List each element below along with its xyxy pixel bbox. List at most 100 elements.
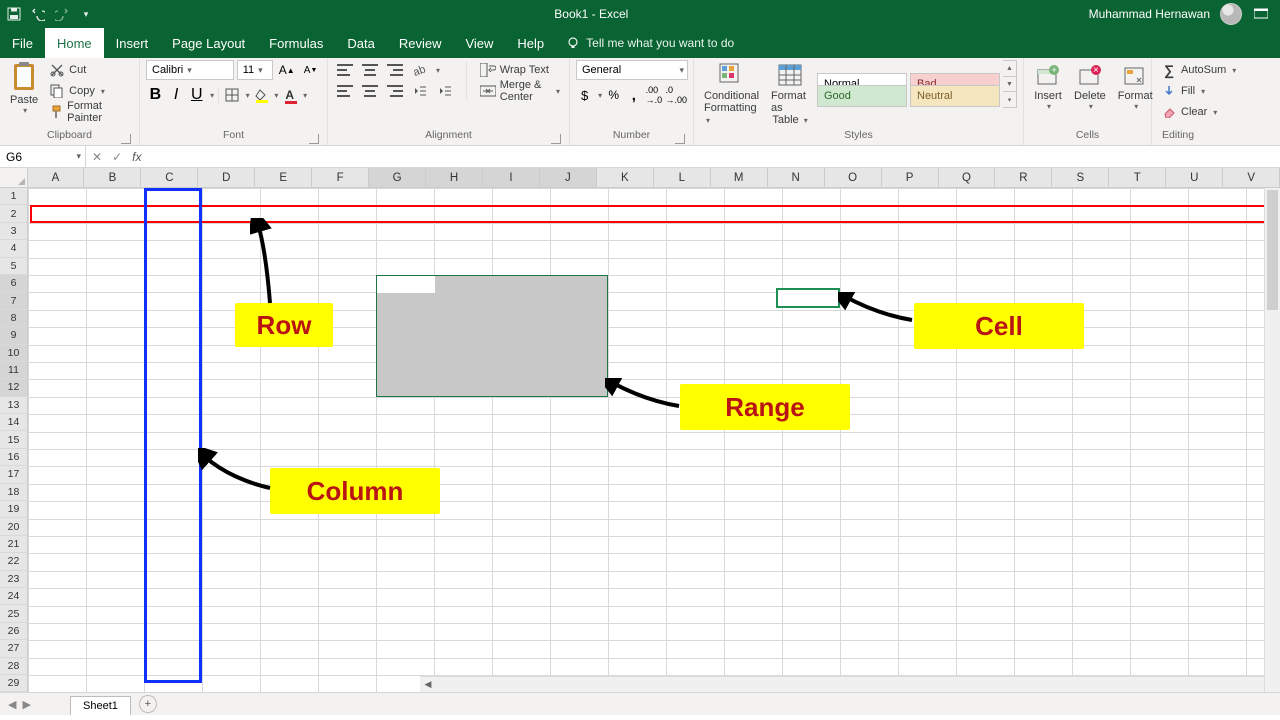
conditional-formatting-button[interactable]: Conditional Formatting ▾ [700,60,763,128]
sheet-tab-1[interactable]: Sheet1 [70,696,131,715]
font-size-combo[interactable]: 11▾ [237,60,274,80]
row-header-22[interactable]: 22 [0,553,28,570]
comma-format-icon[interactable]: , [625,85,642,105]
row-header-15[interactable]: 15 [0,431,28,448]
row-header-6[interactable]: 6 [0,275,28,292]
row-header-9[interactable]: 9 [0,327,28,344]
column-header-A[interactable]: A [28,168,85,187]
row-header-29[interactable]: 29 [0,675,28,692]
column-header-P[interactable]: P [882,168,939,187]
clear-button[interactable]: Clear▾ [1158,102,1274,122]
formula-input[interactable] [147,146,1280,167]
increase-font-icon[interactable]: A▲ [276,60,297,80]
tab-insert[interactable]: Insert [104,28,161,58]
row-header-7[interactable]: 7 [0,292,28,309]
horizontal-scrollbar[interactable]: ◀ [420,676,1264,692]
column-header-E[interactable]: E [255,168,312,187]
align-bottom-icon[interactable] [384,60,406,80]
row-header-25[interactable]: 25 [0,605,28,622]
column-header-V[interactable]: V [1223,168,1280,187]
underline-button[interactable]: U [187,85,206,105]
name-box[interactable]: G6▾ [0,146,86,167]
row-header-24[interactable]: 24 [0,588,28,605]
cut-button[interactable]: Cut [46,60,133,80]
decrease-decimal-icon[interactable]: .0→.00 [665,85,687,105]
row-header-21[interactable]: 21 [0,536,28,553]
copy-button[interactable]: Copy▾ [46,81,133,101]
format-painter-button[interactable]: Format Painter [46,102,133,122]
align-right-icon[interactable] [384,81,406,101]
decrease-font-icon[interactable]: A▼ [300,60,321,80]
font-dialog-launcher[interactable] [309,134,319,144]
wrap-text-button[interactable]: Wrap Text [477,60,563,80]
column-header-F[interactable]: F [312,168,369,187]
row-header-26[interactable]: 26 [0,623,28,640]
qat-customize-icon[interactable]: ▾ [78,6,94,22]
row-header-13[interactable]: 13 [0,397,28,414]
fill-color-icon[interactable] [252,85,271,105]
column-header-I[interactable]: I [483,168,540,187]
column-header-T[interactable]: T [1109,168,1166,187]
user-avatar-icon[interactable] [1220,3,1242,25]
row-header-19[interactable]: 19 [0,501,28,518]
row-header-16[interactable]: 16 [0,449,28,466]
number-format-combo[interactable]: General▾ [576,60,688,80]
autosum-button[interactable]: ∑AutoSum▾ [1158,60,1274,80]
enter-formula-icon[interactable]: ✓ [112,150,122,164]
bold-button[interactable]: B [146,85,165,105]
worksheet-grid[interactable]: ABCDEFGHIJKLMNOPQRSTUV 12345678910111213… [0,168,1280,715]
tab-help[interactable]: Help [505,28,556,58]
column-header-C[interactable]: C [141,168,198,187]
decrease-indent-icon[interactable] [409,81,431,101]
delete-cells-button[interactable]: ×Delete▾ [1070,60,1110,113]
column-header-G[interactable]: G [369,168,426,187]
tab-data[interactable]: Data [335,28,386,58]
column-header-O[interactable]: O [825,168,882,187]
percent-format-icon[interactable]: % [605,85,622,105]
sheet-nav-next-icon[interactable]: ▶ [22,698,30,711]
tell-me-search[interactable]: Tell me what you want to do [556,28,734,58]
style-neutral[interactable]: Neutral [910,85,1000,107]
alignment-dialog-launcher[interactable] [551,134,561,144]
row-header-18[interactable]: 18 [0,484,28,501]
column-header-M[interactable]: M [711,168,768,187]
number-dialog-launcher[interactable] [675,134,685,144]
column-header-Q[interactable]: Q [939,168,996,187]
row-header-4[interactable]: 4 [0,240,28,257]
row-header-11[interactable]: 11 [0,362,28,379]
clipboard-dialog-launcher[interactable] [121,134,131,144]
tab-file[interactable]: File [0,28,45,58]
column-header-L[interactable]: L [654,168,711,187]
row-header-27[interactable]: 27 [0,640,28,657]
user-name[interactable]: Muhammad Hernawan [1089,7,1210,21]
row-header-12[interactable]: 12 [0,379,28,396]
column-header-H[interactable]: H [426,168,483,187]
row-header-1[interactable]: 1 [0,188,28,205]
row-header-20[interactable]: 20 [0,518,28,535]
fill-button[interactable]: Fill▾ [1158,81,1274,101]
font-name-combo[interactable]: Calibri▾ [146,60,234,80]
insert-cells-button[interactable]: +Insert▾ [1030,60,1066,113]
cancel-formula-icon[interactable]: ✕ [92,150,102,164]
row-header-17[interactable]: 17 [0,466,28,483]
column-header-R[interactable]: R [995,168,1052,187]
align-top-icon[interactable] [334,60,356,80]
merge-center-button[interactable]: Merge & Center▾ [477,81,563,101]
column-header-D[interactable]: D [198,168,255,187]
row-header-14[interactable]: 14 [0,414,28,431]
tab-review[interactable]: Review [387,28,454,58]
column-header-U[interactable]: U [1166,168,1223,187]
tab-home[interactable]: Home [45,28,104,58]
save-icon[interactable] [6,6,22,22]
vertical-scrollbar[interactable] [1264,188,1280,692]
format-cells-button[interactable]: Format▾ [1114,60,1157,113]
tab-view[interactable]: View [453,28,505,58]
row-header-5[interactable]: 5 [0,258,28,275]
format-as-table-button[interactable]: Format as Table ▾ [767,60,813,128]
align-center-icon[interactable] [359,81,381,101]
increase-decimal-icon[interactable]: .00→.0 [645,85,662,105]
style-good[interactable]: Good [817,85,907,107]
row-header-3[interactable]: 3 [0,223,28,240]
sheet-nav-prev-icon[interactable]: ◀ [8,698,16,711]
new-sheet-button[interactable]: + [139,695,157,713]
